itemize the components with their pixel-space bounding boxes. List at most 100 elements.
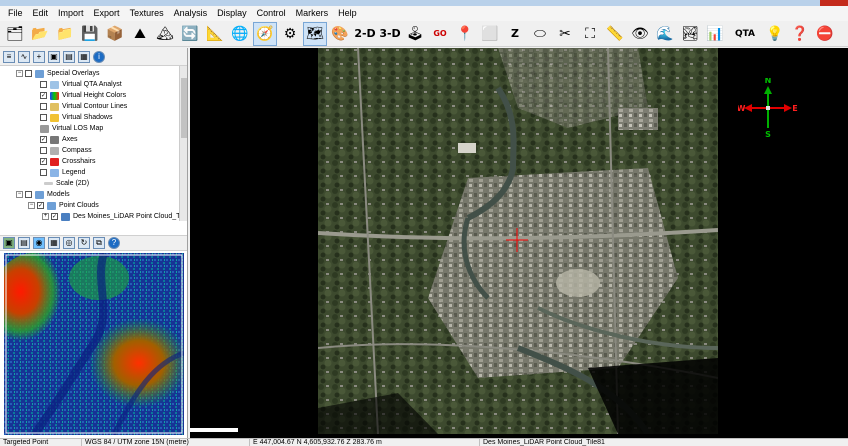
gear-icon[interactable]: ⚙: [278, 22, 302, 46]
save-icon[interactable]: 💾: [78, 22, 102, 46]
triangle-ruler-icon[interactable]: 📏: [603, 22, 627, 46]
go-button[interactable]: GO: [428, 22, 452, 46]
tree-crosshairs[interactable]: ✓ Crosshairs: [40, 156, 95, 167]
scale-bar: [190, 428, 238, 432]
menu-markers[interactable]: Markers: [291, 6, 334, 21]
overlay-icon: [50, 80, 59, 89]
point-cloud-icon: [61, 212, 70, 221]
open-data-icon[interactable]: 📁: [53, 22, 77, 46]
menu-file[interactable]: File: [3, 6, 28, 21]
layer-panel: ≡ ∿ + ▣ ▤ ▦ i − Special Overlays Virtual…: [0, 48, 188, 438]
compass-south-label: S: [765, 130, 771, 138]
tree-scrollbar[interactable]: [179, 66, 187, 221]
tree-point-clouds[interactable]: − ✓ Point Clouds: [28, 200, 99, 211]
zoom-button[interactable]: Z: [503, 22, 527, 46]
crop-icon[interactable]: ⛶: [578, 22, 602, 46]
menu-textures[interactable]: Textures: [125, 6, 169, 21]
status-mode: Targeted Point: [0, 439, 82, 446]
compass-east-label: E: [792, 104, 797, 113]
terrain-edit-icon[interactable]: 🏔: [153, 22, 177, 46]
expand-icon[interactable]: +: [42, 213, 49, 220]
menu-import[interactable]: Import: [53, 6, 89, 21]
status-crs: WGS 84 / UTM zone 15N (metre): [82, 439, 250, 446]
qta-button[interactable]: QTA: [728, 22, 762, 46]
tree-axes[interactable]: ✓ Axes: [40, 134, 78, 145]
collapse-icon[interactable]: −: [28, 202, 35, 209]
overview-map-icon[interactable]: ▣: [3, 237, 15, 249]
collapse-icon[interactable]: −: [16, 191, 23, 198]
layer-list-icon[interactable]: ≡: [3, 50, 15, 63]
square-icon[interactable]: ⬜: [478, 22, 502, 46]
eye-icon[interactable]: 👁: [628, 22, 652, 46]
analysis-icon[interactable]: 📊: [703, 22, 727, 46]
tree-virtual-contour-lines[interactable]: Virtual Contour Lines: [40, 101, 127, 112]
2d-view-button[interactable]: 2-D: [353, 22, 377, 46]
tree-virtual-shadows[interactable]: Virtual Shadows: [40, 112, 112, 123]
scissors-icon[interactable]: ✂: [553, 22, 577, 46]
menu-display[interactable]: Display: [212, 6, 252, 21]
layer-copy-icon[interactable]: ▣: [48, 50, 60, 63]
help-icon[interactable]: ❓: [788, 22, 812, 46]
tree-scale[interactable]: Scale (2D): [44, 178, 89, 189]
export-icon[interactable]: 📦: [103, 22, 127, 46]
layer-info-icon[interactable]: i: [93, 50, 105, 63]
layer-add-icon[interactable]: +: [33, 50, 45, 63]
layer-grid-icon[interactable]: ▦: [78, 50, 90, 63]
overview-refresh-icon[interactable]: ↻: [78, 237, 90, 249]
map-view-icon[interactable]: 🗺: [303, 21, 327, 46]
ellipse-icon[interactable]: ⬭: [528, 22, 552, 46]
shadows-icon: [50, 113, 59, 122]
tree-models[interactable]: − Models: [16, 189, 70, 200]
tree-legend[interactable]: Legend: [40, 167, 85, 178]
overview-info-icon[interactable]: ?: [108, 237, 120, 249]
status-coordinates: E 447,004.67 N 4,605,932.76 Z 283.76 m: [250, 439, 480, 446]
layer-tool-icon[interactable]: 🧭: [253, 21, 277, 46]
tree-compass[interactable]: Compass: [40, 145, 92, 156]
axes-icon: [50, 135, 59, 144]
overview-target-icon[interactable]: ◎: [63, 237, 75, 249]
overview-map[interactable]: [4, 253, 184, 435]
workspace-icon[interactable]: 🗂: [3, 22, 27, 46]
3d-map-view[interactable]: N S E W: [190, 48, 848, 438]
folder-icon: [35, 69, 44, 78]
overview-layers-icon[interactable]: ▤: [18, 237, 30, 249]
3d-view-button[interactable]: 3-D: [378, 22, 402, 46]
height-colors-icon: [50, 91, 59, 100]
fly-icon[interactable]: 🕹: [403, 22, 427, 46]
tree-special-overlays[interactable]: − Special Overlays: [16, 68, 100, 79]
color-icon[interactable]: 🎨: [328, 22, 352, 46]
lightbulb-icon[interactable]: 💡: [763, 22, 787, 46]
legend-icon: [50, 168, 59, 177]
status-layer: Des Moines_LiDAR Point Cloud_Tile81: [483, 439, 605, 446]
menu-analysis[interactable]: Analysis: [169, 6, 213, 21]
tree-virtual-los-map[interactable]: Virtual LOS Map: [40, 123, 103, 134]
contour-icon: [50, 102, 59, 111]
aerial-imagery[interactable]: [318, 48, 718, 434]
tree-des-moines-tile[interactable]: + ✓ Des Moines_LiDAR Point Cloud_Tile...: [42, 211, 187, 221]
layer-chart-icon[interactable]: ∿: [18, 50, 30, 63]
hill-icon[interactable]: 🏞: [678, 22, 702, 46]
overview-globe-icon[interactable]: ◉: [33, 237, 45, 249]
tree-virtual-height-colors[interactable]: ✓ Virtual Height Colors: [40, 90, 126, 101]
close-icon[interactable]: ⛔: [813, 22, 837, 46]
globe-icon[interactable]: 🌐: [228, 22, 252, 46]
compass-west-label: W: [738, 104, 746, 113]
status-bar: Targeted Point WGS 84 / UTM zone 15N (me…: [0, 438, 848, 446]
menu-edit[interactable]: Edit: [28, 6, 54, 21]
folder-icon: [35, 190, 44, 199]
overview-grid-icon[interactable]: ▦: [48, 237, 60, 249]
menu-help[interactable]: Help: [333, 6, 362, 21]
menu-control[interactable]: Control: [252, 6, 291, 21]
open-folder-icon[interactable]: 📂: [28, 22, 52, 46]
water-icon[interactable]: 🌊: [653, 22, 677, 46]
refresh-icon[interactable]: 🔄: [178, 22, 202, 46]
layer-stack-icon[interactable]: ▤: [63, 50, 75, 63]
tree-virtual-qta[interactable]: Virtual QTA Analyst: [40, 79, 122, 90]
overview-toolbar: ▣ ▤ ◉ ▦ ◎ ↻ ⧉ ?: [0, 235, 187, 251]
terrain-icon[interactable]: ⛰: [128, 22, 152, 46]
collapse-icon[interactable]: −: [16, 70, 23, 77]
overview-copy-icon[interactable]: ⧉: [93, 237, 105, 249]
measure-icon[interactable]: 📐: [203, 22, 227, 46]
menu-export[interactable]: Export: [89, 6, 125, 21]
pin-icon[interactable]: 📍: [453, 22, 477, 46]
